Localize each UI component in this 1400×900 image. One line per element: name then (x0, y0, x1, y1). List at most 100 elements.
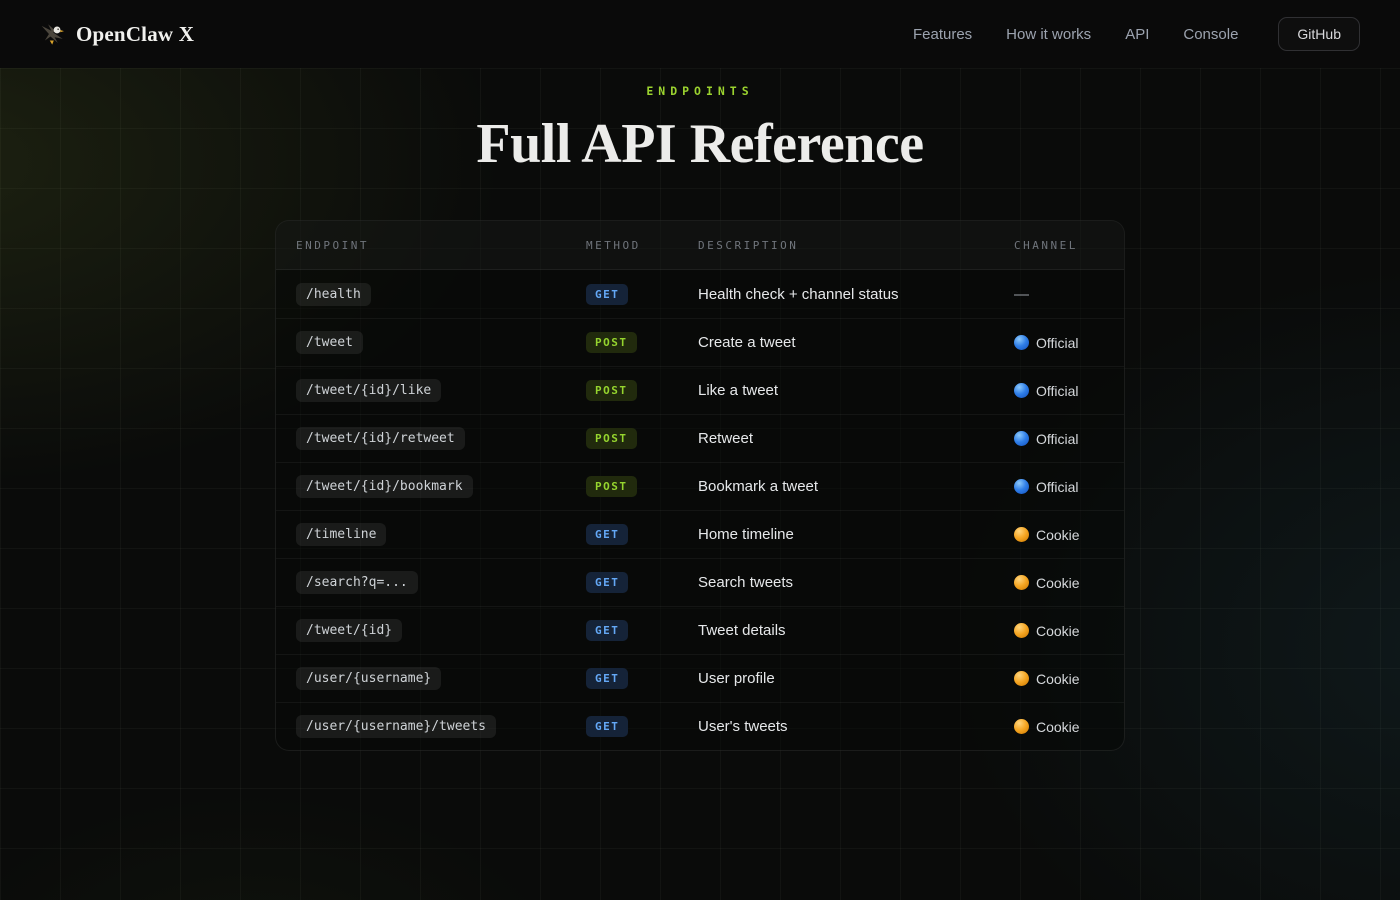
method-badge: GET (586, 620, 629, 641)
endpoint-cell: /tweet (296, 331, 586, 354)
column-header-description: DESCRIPTION (698, 238, 799, 252)
channel-cell: Official (1014, 478, 1124, 495)
endpoint-path: /tweet (296, 331, 363, 354)
column-header-channel: CHANNEL (1014, 238, 1078, 252)
method-badge: POST (586, 428, 637, 449)
channel-cell: Official (1014, 334, 1124, 351)
channel-cell: Cookie (1014, 574, 1124, 591)
channel-label: Official (1036, 334, 1079, 351)
cookie-channel-dot-icon (1014, 575, 1029, 590)
method-badge: GET (586, 572, 629, 593)
channel-none-dash: — (1014, 285, 1029, 303)
method-badge: POST (586, 476, 637, 497)
endpoint-path: /user/{username} (296, 667, 442, 690)
table-row: /health GET Health check + channel status — (276, 270, 1124, 318)
hero: ENDPOINTS Full API Reference (0, 84, 1400, 176)
cookie-channel-dot-icon (1014, 671, 1029, 686)
eagle-logo-icon (41, 24, 64, 45)
column-header-endpoint: ENDPOINT (296, 238, 369, 252)
endpoint-path: /tweet/{id}/retweet (296, 427, 465, 450)
description-cell: Like a tweet (698, 382, 779, 399)
table-body: /health GET Health check + channel status —… (276, 270, 1124, 750)
official-channel-dot-icon (1014, 479, 1029, 494)
method-cell: GET (586, 524, 698, 545)
nav-link-how-it-works[interactable]: How it works (1006, 26, 1091, 43)
endpoint-cell: /user/{username}/tweets (296, 715, 586, 738)
channel-label: Cookie (1036, 526, 1080, 543)
page-title: Full API Reference (476, 113, 924, 175)
method-cell: POST (586, 332, 698, 353)
cookie-channel-dot-icon (1014, 719, 1029, 734)
endpoint-cell: /tweet/{id}/like (296, 379, 586, 402)
description-cell: Health check + channel status (698, 285, 899, 303)
github-button[interactable]: GitHub (1278, 17, 1360, 51)
table-row: /tweet/{id}/retweet POST Retweet Official (276, 414, 1124, 462)
endpoint-path: /tweet/{id} (296, 619, 403, 642)
endpoint-cell: /tweet/{id}/retweet (296, 427, 586, 450)
endpoint-path: /timeline (296, 523, 387, 546)
nav-link-api[interactable]: API (1125, 26, 1149, 43)
method-cell: GET (586, 572, 698, 593)
channel-cell: Cookie (1014, 526, 1124, 543)
channel-label: Official (1036, 430, 1079, 447)
column-header-method: METHOD (586, 238, 641, 252)
channel-cell: Official (1014, 430, 1124, 447)
description-cell: Home timeline (698, 526, 794, 543)
nav-links: Features How it works API Console GitHub (913, 17, 1360, 51)
endpoint-cell: /user/{username} (296, 667, 586, 690)
table-row: /tweet/{id}/bookmark POST Bookmark a tweet… (276, 462, 1124, 510)
hero-eyebrow: ENDPOINTS (646, 84, 754, 98)
description-cell: User's tweets (698, 718, 788, 735)
endpoint-path: /tweet/{id}/bookmark (296, 475, 473, 498)
channel-cell: Cookie (1014, 622, 1124, 639)
method-cell: GET (586, 716, 698, 737)
endpoint-cell: /timeline (296, 523, 586, 546)
table-row: /user/{username} GET User profile Cookie (276, 654, 1124, 702)
table-row: /tweet/{id}/like POST Like a tweet Official (276, 366, 1124, 414)
cookie-channel-dot-icon (1014, 527, 1029, 542)
method-cell: POST (586, 428, 698, 449)
description-cell: Bookmark a tweet (698, 478, 819, 495)
channel-label: Cookie (1036, 574, 1080, 591)
method-badge: GET (586, 716, 629, 737)
endpoint-path: /health (296, 282, 371, 306)
description-cell: Create a tweet (698, 334, 796, 351)
table-row: /tweet/{id} GET Tweet details Cookie (276, 606, 1124, 654)
channel-label: Cookie (1036, 670, 1080, 687)
description-cell: Search tweets (698, 574, 794, 591)
endpoint-path: /tweet/{id}/like (296, 379, 442, 402)
endpoint-cell: /health (296, 282, 586, 306)
table-row: /timeline GET Home timeline Cookie (276, 510, 1124, 558)
table-row: /tweet POST Create a tweet Official (276, 318, 1124, 366)
description-cell: Retweet (698, 430, 754, 447)
brand-name: OpenClaw X (76, 21, 195, 46)
cookie-channel-dot-icon (1014, 623, 1029, 638)
method-badge: GET (586, 524, 629, 545)
endpoint-cell: /tweet/{id} (296, 619, 586, 642)
official-channel-dot-icon (1014, 335, 1029, 350)
method-cell: GET (586, 668, 698, 689)
table-header: ENDPOINT METHOD DESCRIPTION CHANNEL (276, 221, 1124, 270)
channel-cell: Cookie (1014, 719, 1124, 735)
channel-label: Official (1036, 478, 1079, 495)
endpoint-path: /user/{username}/tweets (296, 715, 497, 738)
nav-link-console[interactable]: Console (1183, 26, 1238, 43)
channel-label: Official (1036, 382, 1079, 399)
top-nav: OpenClaw X Features How it works API Con… (0, 0, 1400, 68)
description-cell: Tweet details (698, 622, 786, 639)
brand[interactable]: OpenClaw X (40, 21, 194, 47)
endpoint-path: /search?q=... (296, 571, 418, 594)
method-badge: GET (586, 668, 629, 689)
endpoint-cell: /search?q=... (296, 571, 586, 594)
method-cell: POST (586, 476, 698, 497)
channel-cell: Official (1014, 382, 1124, 399)
method-badge: POST (586, 380, 637, 401)
channel-cell: Cookie (1014, 670, 1124, 687)
table-row: /search?q=... GET Search tweets Cookie (276, 558, 1124, 606)
method-cell: GET (586, 283, 698, 305)
endpoint-cell: /tweet/{id}/bookmark (296, 475, 586, 498)
channel-label: Cookie (1036, 622, 1080, 639)
nav-link-features[interactable]: Features (913, 26, 972, 43)
api-reference-table: ENDPOINT METHOD DESCRIPTION CHANNEL /hea… (275, 220, 1125, 751)
official-channel-dot-icon (1014, 383, 1029, 398)
